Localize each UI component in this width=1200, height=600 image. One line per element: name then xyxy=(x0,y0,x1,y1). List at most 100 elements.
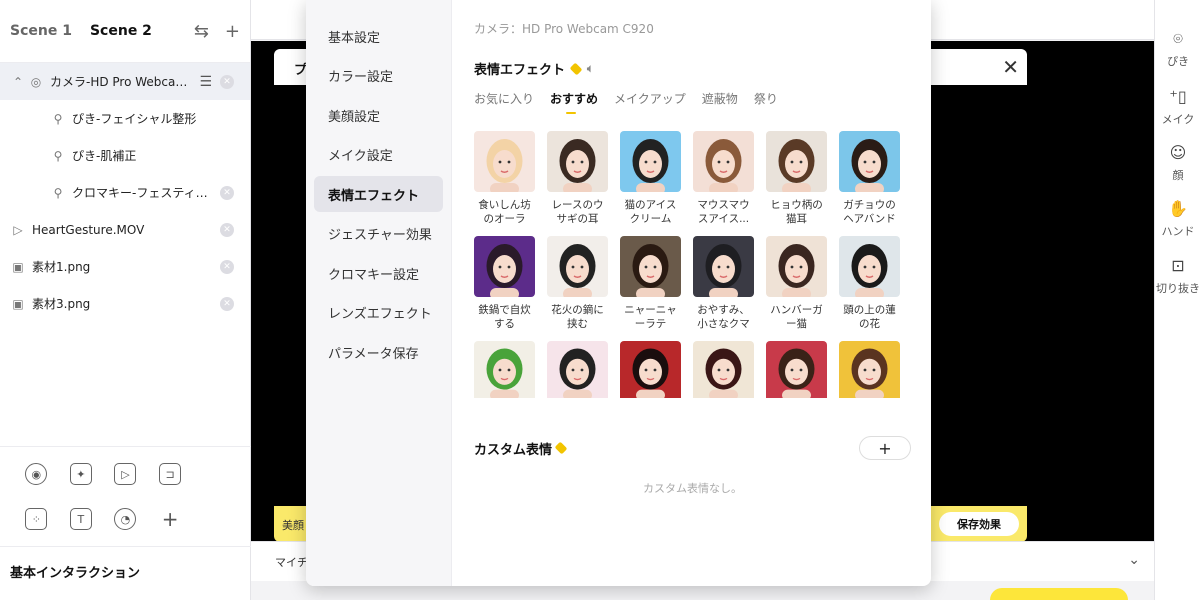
add-source-tools: ◉ ✦ ▷ ⊐ ⁘ T ◔ + xyxy=(0,446,251,547)
source-image-1[interactable]: ▣ 素材1.png ✕ xyxy=(0,248,250,285)
text-source-icon[interactable]: T xyxy=(69,508,92,530)
effect-thumbnail xyxy=(620,236,681,297)
remove-icon[interactable]: ✕ xyxy=(220,74,234,89)
menu-item-beauty[interactable]: 美顔設定 xyxy=(314,97,443,133)
sidebar-item-hand[interactable]: ✋ ハンド xyxy=(1155,198,1200,239)
tab-favorites[interactable]: お気に入り xyxy=(474,90,534,107)
effect-card[interactable] xyxy=(766,341,827,398)
effect-card[interactable] xyxy=(547,341,608,398)
remove-icon[interactable]: ✕ xyxy=(220,222,234,237)
filter-icon: ⚲ xyxy=(53,185,63,200)
filter-icon: ⚲ xyxy=(53,111,63,126)
tab-makeup[interactable]: メイクアップ xyxy=(614,90,686,107)
tab-festival[interactable]: 祭り xyxy=(754,90,778,107)
source-video[interactable]: ▷ HeartGesture.MOV ✕ xyxy=(0,211,250,248)
menu-item-basic[interactable]: 基本設定 xyxy=(314,18,443,54)
effect-thumbnail xyxy=(839,236,900,297)
effect-card[interactable]: マウスマウスアイス... xyxy=(693,131,754,226)
remove-icon[interactable]: ✕ xyxy=(220,185,234,200)
image-icon: ▣ xyxy=(12,296,24,311)
tab-occlusion[interactable]: 遮蔽物 xyxy=(702,90,738,107)
sidebar-item-label: メイク xyxy=(1161,113,1195,126)
tab-scene-2[interactable]: Scene 2 xyxy=(90,23,152,39)
effect-card[interactable] xyxy=(620,341,681,398)
menu-item-gesture[interactable]: ジェスチャー効果 xyxy=(314,216,443,252)
effect-thumbnail xyxy=(839,131,900,192)
sidebar-item-label: 顔 xyxy=(1172,169,1184,182)
effect-card[interactable]: ヒョウ柄の猫耳 xyxy=(766,131,827,226)
source-filter-1[interactable]: ⚲ ぴき-フェイシャル整形 xyxy=(0,100,250,137)
effect-card[interactable]: レースのウサギの耳 xyxy=(547,131,608,226)
sticker-source-icon[interactable]: ◔ xyxy=(114,508,137,530)
menu-item-lens[interactable]: レンズエフェクト xyxy=(314,295,443,331)
menu-icon[interactable]: ☰ xyxy=(199,74,212,90)
divider xyxy=(0,546,251,547)
section-title-text: 表情エフェクト xyxy=(474,63,566,78)
effect-thumbnail xyxy=(693,341,754,398)
source-label: クロマキー-フェスティバ... xyxy=(72,186,212,200)
camera-source-icon[interactable]: ◉ xyxy=(25,463,48,485)
effect-card[interactable]: 猫のアイスクリーム xyxy=(620,131,681,226)
effect-card[interactable]: 花火の鏑に挟む xyxy=(547,236,608,331)
chevron-down-icon[interactable]: ⌄ xyxy=(1128,552,1140,568)
video-source-icon[interactable]: ▷ xyxy=(114,463,137,485)
effect-card[interactable]: 食いしん坊のオーラ xyxy=(474,131,535,226)
source-filter-2[interactable]: ⚲ ぴき-肌補正 xyxy=(0,137,250,174)
effect-label: 猫のアイスクリーム xyxy=(624,199,677,225)
menu-item-params[interactable]: パラメータ保存 xyxy=(314,334,443,370)
cast-source-icon[interactable]: ⊐ xyxy=(159,463,182,485)
effect-label: ヒョウ柄の猫耳 xyxy=(770,199,823,225)
effect-grid: 食いしん坊のオーラ レースのウサギの耳 猫のアイスクリーム マウスマウスアイス... ヒ… xyxy=(474,131,909,398)
menu-item-chroma[interactable]: クロマキー設定 xyxy=(314,255,443,291)
sidebar-item-face[interactable]: ☺ 顔 xyxy=(1155,142,1200,183)
effect-label: 食いしん坊のオーラ xyxy=(478,199,531,225)
adjust-icon[interactable]: ⇆ xyxy=(194,21,209,42)
effect-card[interactable]: おやすみ、小さなクマ xyxy=(693,236,754,331)
crop-source-icon[interactable]: ⁘ xyxy=(25,508,48,530)
effect-card[interactable] xyxy=(693,341,754,398)
effect-thumbnail xyxy=(620,131,681,192)
tab-scene-1[interactable]: Scene 1 xyxy=(10,23,72,39)
sidebar-item-makeup[interactable]: ⁺▯ メイク xyxy=(1155,86,1200,127)
effect-thumbnail xyxy=(547,131,608,192)
source-label: カメラ-HD Pro Webcam ... xyxy=(50,75,196,89)
source-filter-3[interactable]: ⚲ クロマキー-フェスティバ... ✕ xyxy=(0,174,250,211)
scene-panel: Scene 1 Scene 2 ⇆ + ⌃ ◎ カメラ-HD Pro Webca… xyxy=(0,0,251,600)
menu-item-makeup[interactable]: メイク設定 xyxy=(314,137,443,173)
remove-icon[interactable]: ✕ xyxy=(220,259,234,274)
effect-card[interactable]: ハンバーガー猫 xyxy=(766,236,827,331)
source-camera[interactable]: ⌃ ◎ カメラ-HD Pro Webcam ... ☰ ✕ xyxy=(0,63,250,100)
tab-recommended[interactable]: おすすめ xyxy=(550,90,598,114)
effect-card[interactable]: 鉄鍋で自炊する xyxy=(474,236,535,331)
add-source-icon[interactable]: + xyxy=(162,507,179,531)
source-label: ぴき-フェイシャル整形 xyxy=(72,112,197,126)
menu-item-expression[interactable]: 表情エフェクト xyxy=(314,176,443,212)
effect-thumbnail xyxy=(693,131,754,192)
add-scene-icon[interactable]: + xyxy=(225,21,240,42)
save-effect-button[interactable]: 保存効果 xyxy=(939,512,1019,536)
source-image-2[interactable]: ▣ 素材3.png ✕ xyxy=(0,285,250,322)
interaction-source-icon[interactable]: ✦ xyxy=(69,463,92,485)
effect-thumbnail xyxy=(474,131,535,192)
add-custom-expression-button[interactable]: + xyxy=(859,436,911,460)
sidebar-item-beauty[interactable]: ⌾ ぴき xyxy=(1155,28,1200,69)
speaker-icon[interactable]: 🔈︎ xyxy=(587,62,594,76)
effect-card[interactable]: ニャーニャーラテ xyxy=(620,236,681,331)
effect-card[interactable]: ガチョウのヘアバンド xyxy=(839,131,900,226)
close-icon[interactable]: ✕ xyxy=(1002,55,1019,79)
effect-label: おやすみ、小さなクマ xyxy=(697,304,750,330)
chevron-up-icon[interactable]: ⌃ xyxy=(10,74,26,90)
scene-tabs: Scene 1 Scene 2 ⇆ + xyxy=(0,0,250,63)
remove-icon[interactable]: ✕ xyxy=(220,296,234,311)
primary-action-button[interactable] xyxy=(990,588,1128,600)
effect-card[interactable] xyxy=(474,341,535,398)
effect-category-tabs: お気に入り おすすめ メイクアップ 遮蔽物 祭り xyxy=(474,90,909,114)
effect-card[interactable] xyxy=(839,341,900,398)
menu-item-color[interactable]: カラー設定 xyxy=(314,58,443,94)
sidebar-item-cutout[interactable]: ⊡ 切り抜き xyxy=(1155,255,1200,296)
effect-card[interactable]: 頭の上の蓮の花 xyxy=(839,236,900,331)
basic-interaction-title: 基本インタラクション xyxy=(10,566,141,581)
custom-expression-title-text: カスタム表情 xyxy=(474,442,553,458)
hand-icon: ✋ xyxy=(1168,199,1188,218)
effect-label: レースのウサギの耳 xyxy=(551,199,604,225)
